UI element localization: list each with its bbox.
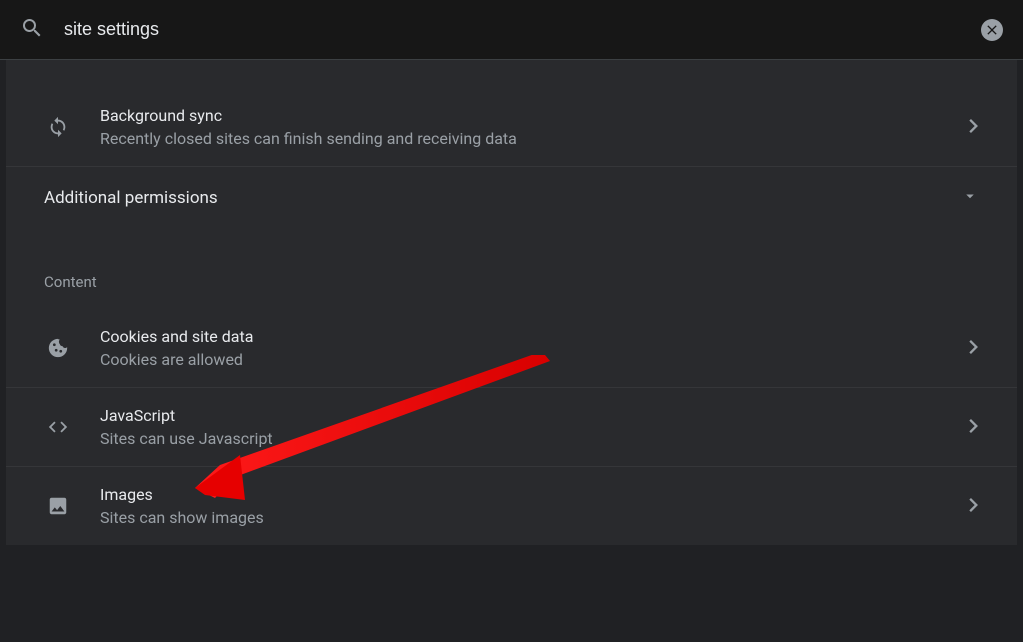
clear-search-button[interactable] [981, 19, 1003, 41]
setting-title: Background sync [100, 106, 941, 125]
setting-row-background-sync[interactable]: Background sync Recently closed sites ca… [6, 88, 1017, 167]
settings-list: Background sync Recently closed sites ca… [6, 60, 1017, 545]
content-group-label: Content [6, 233, 1017, 309]
chevron-right-icon [969, 497, 979, 516]
setting-row-javascript[interactable]: JavaScript Sites can use Javascript [6, 388, 1017, 467]
cookie-icon [44, 337, 72, 359]
section-title: Additional permissions [44, 188, 218, 208]
setting-title: Images [100, 485, 941, 504]
search-icon [20, 16, 44, 44]
search-input[interactable] [64, 19, 961, 40]
setting-title: Cookies and site data [100, 327, 941, 346]
chevron-down-icon [961, 187, 979, 209]
setting-title: JavaScript [100, 406, 941, 425]
setting-subtitle: Recently closed sites can finish sending… [100, 129, 941, 148]
chevron-right-icon [969, 418, 979, 437]
chevron-right-icon [969, 118, 979, 137]
setting-subtitle: Cookies are allowed [100, 350, 941, 369]
setting-subtitle: Sites can show images [100, 508, 941, 527]
setting-row-cookies[interactable]: Cookies and site data Cookies are allowe… [6, 309, 1017, 388]
code-icon [44, 416, 72, 438]
chevron-right-icon [969, 339, 979, 358]
setting-subtitle: Sites can use Javascript [100, 429, 941, 448]
search-bar [0, 0, 1023, 60]
setting-row-images[interactable]: Images Sites can show images [6, 467, 1017, 545]
image-icon [44, 495, 72, 517]
section-additional-permissions[interactable]: Additional permissions [6, 167, 1017, 233]
sync-icon [44, 116, 72, 138]
